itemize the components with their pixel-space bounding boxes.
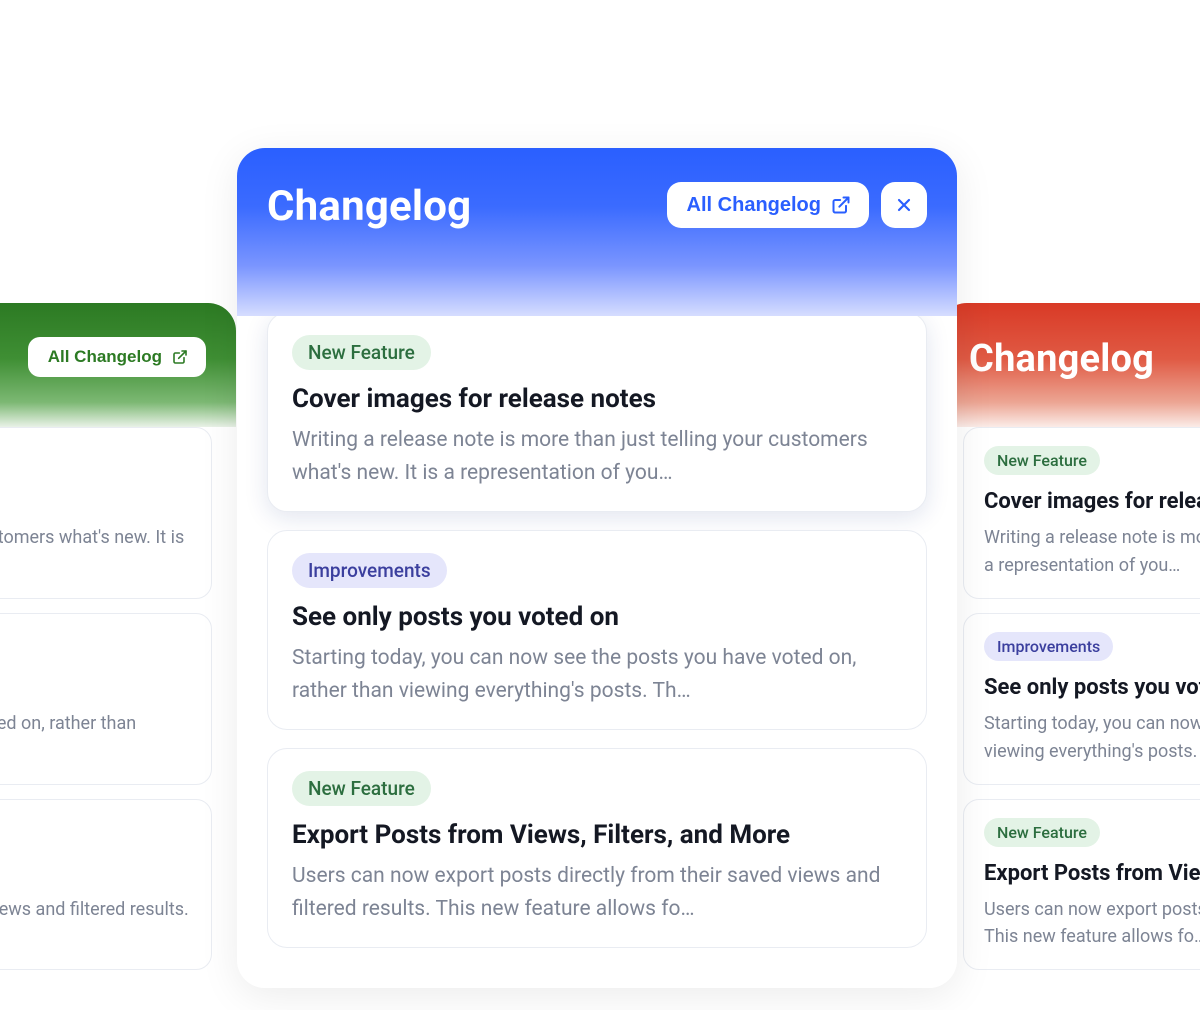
- card-description: Writing a release note is more than just…: [0, 524, 191, 580]
- all-changelog-button[interactable]: All Changelog: [667, 182, 869, 228]
- panel-header: Changelog All Changelog: [939, 303, 1200, 427]
- changelog-card[interactable]: New Feature Cover images for release not…: [963, 427, 1200, 599]
- card-description: Users can now export posts directly from…: [292, 860, 902, 925]
- card-title: Cover images for release notes: [292, 384, 902, 414]
- tag-new-feature: New Feature: [984, 818, 1100, 847]
- card-description: Starting today, you can now see the post…: [0, 710, 191, 766]
- tag-new-feature: New Feature: [292, 335, 431, 370]
- external-link-icon: [831, 195, 851, 215]
- card-title: Export Posts from Views, Filters, and Mo…: [292, 820, 902, 850]
- panel-header: Changelog All Changelog: [0, 303, 236, 427]
- changelog-panel-red: Changelog All Changelog New Feature Cove…: [939, 303, 1200, 1010]
- header-actions: All Changelog: [28, 337, 206, 377]
- card-description: Users can now export posts directly from…: [0, 896, 191, 952]
- changelog-card[interactable]: New Feature Export Posts from Views, Fil…: [963, 799, 1200, 971]
- header-actions: All Changelog: [667, 182, 927, 228]
- changelog-panel-green: Changelog All Changelog New Feature Cove…: [0, 303, 236, 1010]
- page-title: Changelog: [969, 337, 1154, 381]
- panel-body: New Feature Cover images for release not…: [0, 427, 236, 1010]
- card-title: Export Posts from Views, Filters, and Mo…: [0, 861, 191, 886]
- card-title: Export Posts from Views, Filters, and Mo…: [984, 861, 1200, 886]
- panel-body: New Feature Cover images for release not…: [939, 427, 1200, 1010]
- panel-header: Changelog All Changelog: [237, 148, 957, 316]
- card-description: Users can now export posts directly from…: [984, 896, 1200, 952]
- card-title: Cover images for release notes: [984, 489, 1200, 514]
- all-changelog-button[interactable]: All Changelog: [28, 337, 206, 377]
- changelog-card[interactable]: Improvements See only posts you voted on…: [267, 530, 927, 730]
- close-button[interactable]: [881, 182, 927, 228]
- changelog-card[interactable]: New Feature Cover images for release not…: [267, 312, 927, 512]
- changelog-card[interactable]: New Feature Export Posts from Views, Fil…: [267, 748, 927, 948]
- tag-improvements: Improvements: [984, 632, 1113, 661]
- changelog-card[interactable]: New Feature Cover images for release not…: [0, 427, 212, 599]
- card-title: See only posts you voted on: [984, 675, 1200, 700]
- panel-body: New Feature Cover images for release not…: [237, 312, 957, 988]
- card-description: Writing a release note is more than just…: [292, 424, 902, 489]
- external-link-icon: [172, 349, 188, 365]
- card-description: Starting today, you can now see the post…: [292, 642, 902, 707]
- changelog-card[interactable]: Improvements See only posts you voted on…: [963, 613, 1200, 785]
- card-title: See only posts you voted on: [0, 675, 191, 700]
- card-title: Cover images for release notes: [0, 489, 191, 514]
- close-icon: [894, 195, 914, 215]
- tag-new-feature: New Feature: [984, 446, 1100, 475]
- page-title: Changelog: [267, 182, 471, 231]
- tag-improvements: Improvements: [292, 553, 447, 588]
- all-changelog-label: All Changelog: [48, 347, 162, 367]
- changelog-card[interactable]: Improvements See only posts you voted on…: [0, 613, 212, 785]
- card-title: See only posts you voted on: [292, 602, 902, 632]
- changelog-card[interactable]: New Feature Export Posts from Views, Fil…: [0, 799, 212, 971]
- card-description: Writing a release note is more than just…: [984, 524, 1200, 580]
- all-changelog-label: All Changelog: [687, 194, 821, 217]
- changelog-panel-blue: Changelog All Changelog New Feature Cove…: [237, 148, 957, 988]
- card-description: Starting today, you can now see the post…: [984, 710, 1200, 766]
- tag-new-feature: New Feature: [292, 771, 431, 806]
